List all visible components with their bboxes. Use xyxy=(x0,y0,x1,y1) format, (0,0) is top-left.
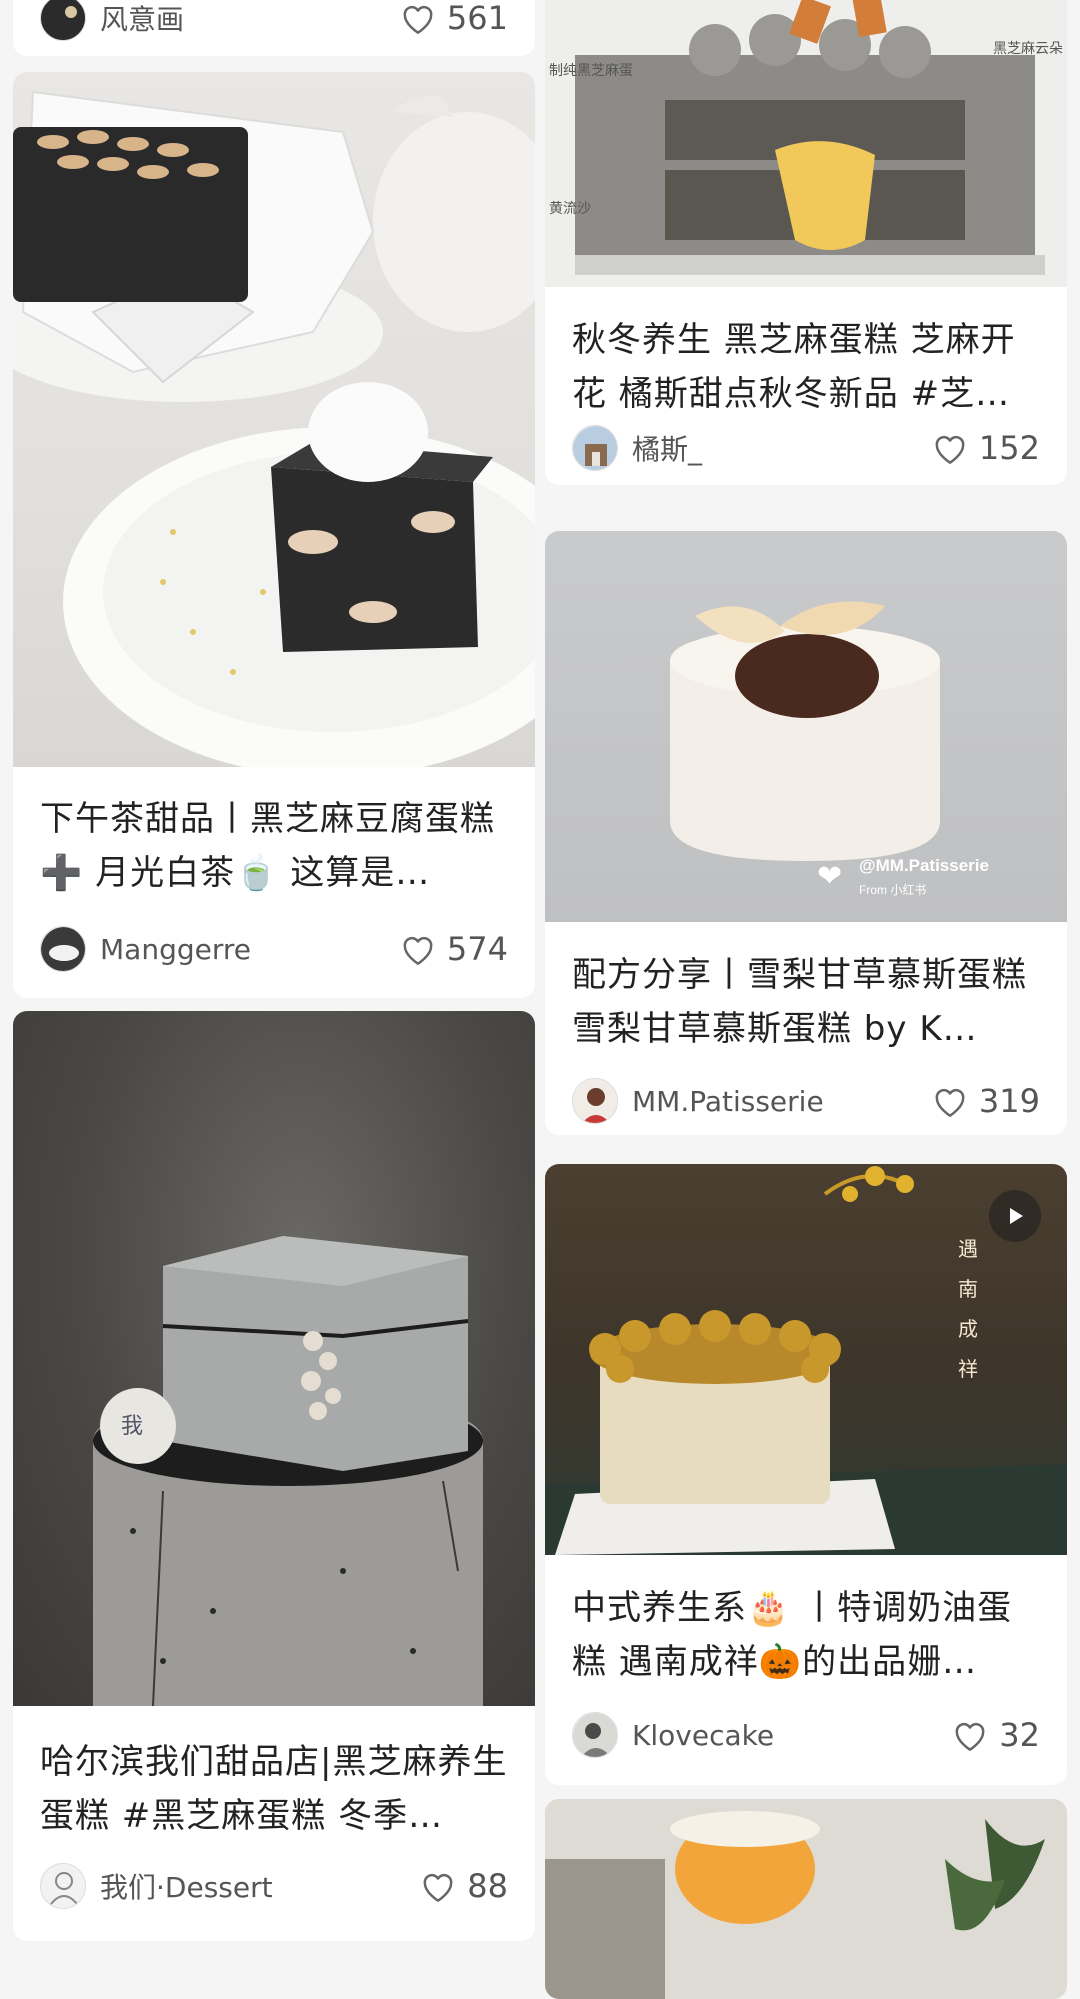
avatar[interactable] xyxy=(572,1078,618,1124)
heart-outline-icon xyxy=(955,1722,985,1751)
feed-card[interactable]: ❤ @MM.Patisserie From 小红书 配方分享丨雪梨甘草慕斯蛋糕 … xyxy=(545,531,1067,1135)
card-meta: MM.Patisserie 319 xyxy=(572,1077,1040,1125)
post-title[interactable]: 秋冬养生 黑芝麻蛋糕 芝麻开花 橘斯甜点秋冬新品 #芝… xyxy=(572,313,1047,421)
play-icon xyxy=(1010,1208,1023,1224)
cover-image[interactable]: 我 xyxy=(13,1011,535,1706)
like-count: 574 xyxy=(446,930,508,968)
image-watermark-sub: From 小红书 xyxy=(859,883,927,897)
heart-outline-icon xyxy=(935,1088,965,1117)
card-meta: 橘斯_ 152 xyxy=(572,424,1040,472)
card-meta: 我们·Dessert 88 xyxy=(40,1862,508,1910)
avatar[interactable] xyxy=(40,0,86,41)
feed-card[interactable]: 制纯黑芝麻蛋 黑芝麻云朵 黄流沙 秋冬养生 黑芝麻蛋糕 芝麻开花 橘斯甜点秋冬新… xyxy=(545,0,1067,485)
like-count: 88 xyxy=(467,1867,508,1905)
post-title[interactable]: 哈尔滨我们甜品店|黑芝麻养生蛋糕 #黑芝麻蛋糕 冬季… xyxy=(40,1735,515,1843)
image-caption: 黄流沙 xyxy=(549,200,591,216)
author-name[interactable]: MM.Patisserie xyxy=(632,1085,931,1118)
cover-image[interactable]: 遇 南 成 祥 xyxy=(545,1164,1067,1555)
image-caption: 黑芝麻云朵 xyxy=(993,40,1063,56)
post-title[interactable]: 中式养生系🎂 丨特调奶油蛋糕 遇南成祥🎃的出品姗… xyxy=(572,1581,1047,1689)
heart-outline-icon xyxy=(403,936,433,965)
author-name[interactable]: 我们·Dessert xyxy=(100,1866,419,1906)
like-count: 319 xyxy=(978,1082,1040,1120)
like-count: 561 xyxy=(446,0,508,37)
avatar[interactable] xyxy=(572,1712,618,1758)
like-button[interactable]: 561 xyxy=(399,0,508,37)
author-name[interactable]: 橘斯_ xyxy=(632,428,931,468)
like-button[interactable]: 32 xyxy=(951,1716,1040,1754)
heart-watermark-icon: ❤ xyxy=(817,860,843,893)
avatar[interactable] xyxy=(40,926,86,972)
video-play-button[interactable] xyxy=(989,1190,1041,1242)
feed-card[interactable] xyxy=(545,1799,1067,1999)
author-name[interactable]: 风意画 xyxy=(100,0,399,38)
card-meta: Manggerre 574 xyxy=(40,925,508,973)
heart-outline-icon xyxy=(423,1873,453,1902)
heart-outline-icon xyxy=(403,5,433,34)
like-button[interactable]: 88 xyxy=(419,1867,508,1905)
image-watermark: @MM.Patisserie xyxy=(859,856,989,875)
feed-card[interactable]: 下午茶甜品丨黑芝麻豆腐蛋糕 ➕ 月光白茶🍵 这算是… Manggerre 574 xyxy=(13,72,535,998)
calligraphy-text: 遇 南 成 祥 xyxy=(958,1237,978,1381)
cover-image[interactable] xyxy=(13,72,535,767)
post-title[interactable]: 下午茶甜品丨黑芝麻豆腐蛋糕 ➕ 月光白茶🍵 这算是… xyxy=(40,792,515,900)
cover-image[interactable] xyxy=(545,1799,1067,1999)
feed-card[interactable]: 风意画 561 xyxy=(13,0,535,56)
like-button[interactable]: 319 xyxy=(931,1082,1040,1120)
svg-text:我: 我 xyxy=(121,1414,143,1439)
image-caption: 制纯黑芝麻蛋 xyxy=(549,62,633,78)
like-count: 32 xyxy=(999,1716,1040,1754)
feed-card[interactable]: 我 哈尔滨我们甜品店|黑芝麻养生蛋糕 #黑芝麻蛋糕 冬季… 我们·Dessert… xyxy=(13,1011,535,1941)
post-title[interactable]: 配方分享丨雪梨甘草慕斯蛋糕 雪梨甘草慕斯蛋糕 by K… xyxy=(572,948,1047,1056)
cover-image[interactable]: 制纯黑芝麻蛋 黑芝麻云朵 黄流沙 xyxy=(545,0,1067,287)
card-meta: 风意画 561 xyxy=(40,0,508,42)
author-name[interactable]: Manggerre xyxy=(100,933,399,966)
avatar[interactable] xyxy=(40,1863,86,1909)
card-meta: Klovecake 32 xyxy=(572,1711,1040,1759)
like-button[interactable]: 152 xyxy=(931,429,1040,467)
avatar[interactable] xyxy=(572,425,618,471)
like-button[interactable]: 574 xyxy=(399,930,508,968)
heart-outline-icon xyxy=(935,435,965,464)
cover-image[interactable]: ❤ @MM.Patisserie From 小红书 xyxy=(545,531,1067,922)
like-count: 152 xyxy=(978,429,1040,467)
author-name[interactable]: Klovecake xyxy=(632,1719,951,1752)
feed-card[interactable]: 遇 南 成 祥 中式养生系🎂 丨特调奶油蛋糕 遇南成祥🎃的出品姗… Klovec… xyxy=(545,1164,1067,1785)
